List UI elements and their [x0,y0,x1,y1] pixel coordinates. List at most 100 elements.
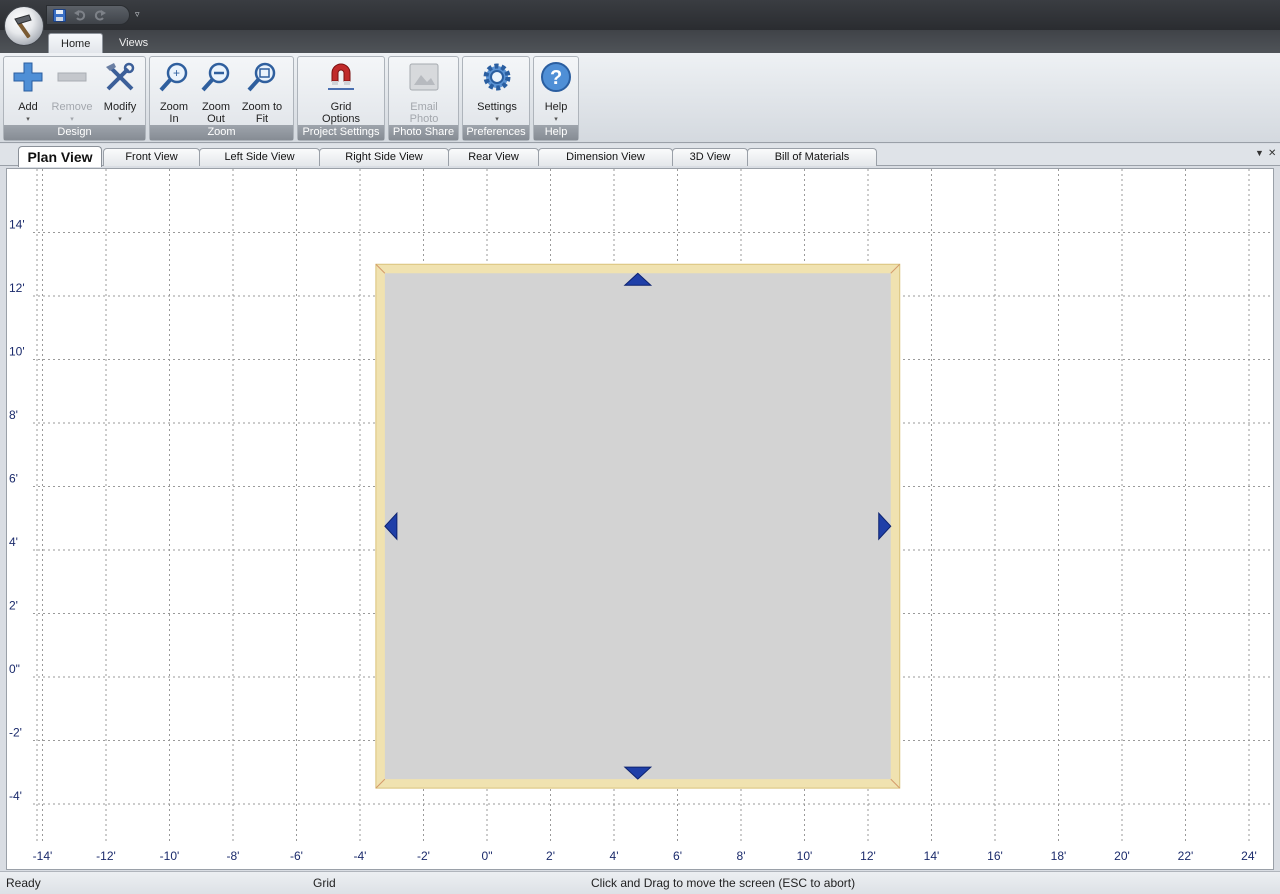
zoom-in-icon: + [158,61,190,93]
grid-options-label: Grid Options [315,101,367,125]
magnet-icon [325,61,357,93]
x-axis-label: -10' [160,849,180,863]
svg-text:+: + [173,66,180,80]
zoom-fit-label-line1: Zoom to [241,101,283,113]
photo-share-group: Email Photo Photo Share [388,56,459,141]
status-hint: Click and Drag to move the screen (ESC t… [591,876,856,890]
zoom-fit-label: Zoom to Fit [236,101,288,125]
y-axis-label: 10' [9,345,25,359]
grid-options-button[interactable]: Grid Options [319,59,363,125]
help-icon: ? [540,61,572,93]
minus-icon [56,61,88,93]
zoom-out-icon [200,61,232,93]
ribbon: Add ▾ Remove ▾ Modify ▾ Design + Zoom In… [0,53,1280,143]
settings-dropdown-icon: ▾ [495,116,499,123]
preferences-group: Settings ▾ Preferences [462,56,530,141]
help-label: Help [544,101,568,113]
x-axis-label: -14' [33,849,53,863]
add-dropdown-icon: ▾ [26,116,30,123]
x-axis-label: 16' [987,849,1003,863]
tab-views[interactable]: Views [107,33,160,54]
photo-icon [408,61,440,93]
customize-qat-icon[interactable]: ▿ [135,9,140,20]
remove-dropdown-icon: ▾ [70,116,74,123]
tab-bill-of-materials[interactable]: Bill of Materials [747,148,877,166]
gear-icon [481,61,513,93]
zoom-in-label-line1: Zoom [159,101,189,113]
tab-left-side-view[interactable]: Left Side View [199,148,320,166]
email-photo-label-line1: Email [410,101,438,113]
zoom-fit-button[interactable]: Zoom to Fit [240,59,288,125]
x-axis-label: -4' [354,849,367,863]
x-axis-label: -6' [290,849,303,863]
y-axis-label: 14' [9,218,25,232]
zoom-out-label: Zoom Out [190,101,242,125]
y-axis-label: 2' [9,599,18,613]
grid-options-label-line2: Options [322,113,360,125]
help-dropdown-icon: ▾ [554,116,558,123]
help-button[interactable]: ? Help ▾ [534,59,578,125]
email-photo-button[interactable]: Email Photo [402,59,446,125]
zoom-group: + Zoom In Zoom Out Zoom to Fit Zoom [149,56,294,141]
add-button[interactable]: Add ▾ [6,59,50,125]
settings-button[interactable]: Settings ▾ [475,59,519,125]
modify-dropdown-icon: ▾ [118,116,122,123]
redo-icon[interactable] [94,9,106,21]
tools-icon [104,61,136,93]
close-view-icon[interactable]: ✕ [1268,148,1276,159]
y-axis-label: 6' [9,472,18,486]
modify-button[interactable]: Modify ▾ [98,59,142,125]
application-menu-button[interactable] [4,6,44,46]
y-axis-label: -2' [9,726,22,740]
tab-list-dropdown-icon[interactable]: ▼ [1255,148,1264,158]
zoom-out-button[interactable]: Zoom Out [194,59,238,125]
x-axis-label: 18' [1051,849,1067,863]
ribbon-tab-bar: Home Views [0,30,1280,54]
email-photo-label: Email Photo [398,101,450,125]
project-settings-group: Grid Options Project Settings [297,56,385,141]
tab-rear-view[interactable]: Rear View [448,148,539,166]
zoom-fit-label-line2: Fit [255,113,269,125]
tab-front-view[interactable]: Front View [103,148,200,166]
plan-drawing[interactable]: 14' 12' 10' 8' 6' 4' 2' 0" -2' -4' -14' -12' -10' -8'… [7,169,1274,870]
undo-icon[interactable] [74,9,86,21]
status-mode: Grid [313,876,336,890]
floor-area [384,273,891,780]
help-group-label: Help [534,125,578,140]
tab-3d-view[interactable]: 3D View [672,148,748,166]
save-icon[interactable] [53,8,66,22]
y-axis-label: 0" [9,662,20,676]
x-axis-label: 8' [737,849,746,863]
tab-dimension-view[interactable]: Dimension View [538,148,673,166]
x-axis-label: 2' [546,849,555,863]
design-group: Add ▾ Remove ▾ Modify ▾ Design [3,56,146,141]
help-group: ? Help ▾ Help [533,56,579,141]
modify-label: Modify [103,101,137,113]
zoom-fit-icon [246,61,278,93]
x-axis-label: -8' [227,849,240,863]
plan-canvas[interactable]: 14' 12' 10' 8' 6' 4' 2' 0" -2' -4' -14' -12' -10' -8'… [6,168,1274,870]
x-axis-label: 6' [673,849,682,863]
status-ready: Ready [6,876,41,890]
view-tab-bar: Plan View Front View Left Side View Righ… [0,144,1280,167]
tab-right-side-view[interactable]: Right Side View [319,148,449,166]
quick-access-toolbar [46,5,130,25]
tab-home[interactable]: Home [48,33,104,54]
x-axis-label: 12' [860,849,876,863]
zoom-in-label-line2: In [169,113,179,125]
email-photo-label-line2: Photo [409,113,439,125]
remove-button[interactable]: Remove ▾ [50,59,94,125]
plus-icon [12,61,44,93]
x-axis-label: -2' [417,849,430,863]
y-axis-label: 12' [9,281,25,295]
remove-label: Remove [51,101,93,113]
title-bar: ▿ [0,0,1280,30]
preferences-group-label: Preferences [463,125,529,140]
x-axis-label: 24' [1241,849,1257,863]
zoom-out-label-line1: Zoom [201,101,231,113]
x-axis-label: 14' [924,849,940,863]
y-axis-label: -4' [9,789,22,803]
photo-share-group-label: Photo Share [389,125,458,140]
tab-plan-view[interactable]: Plan View [18,146,102,167]
x-axis-label: 4' [610,849,619,863]
